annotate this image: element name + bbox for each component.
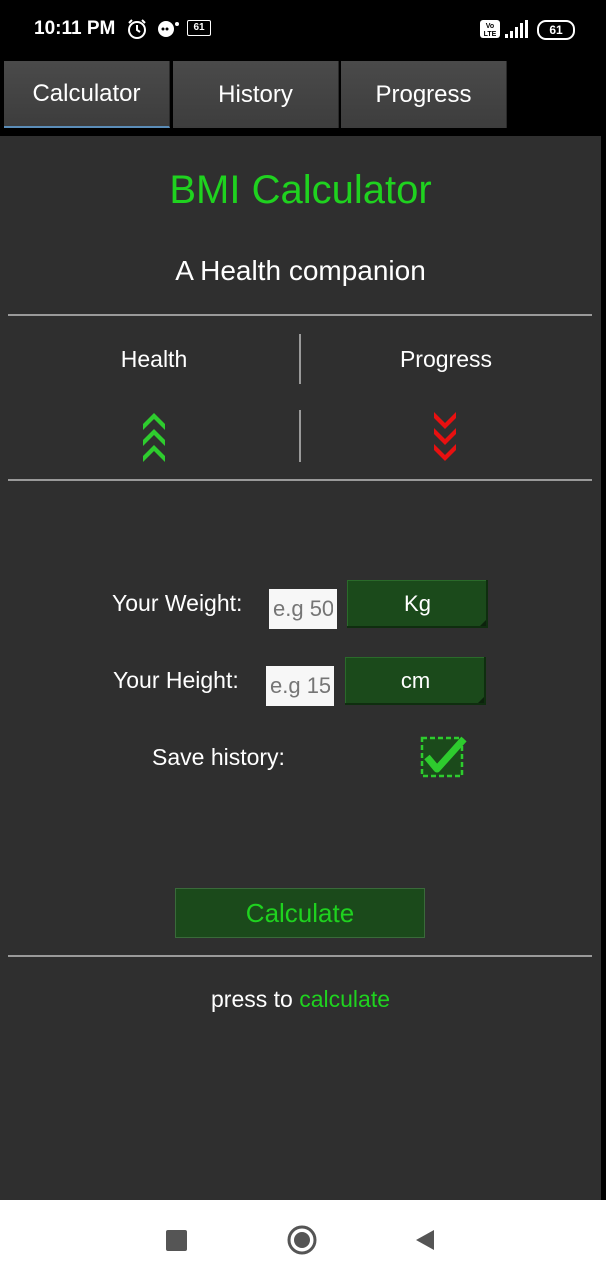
- svg-text:LTE: LTE: [484, 31, 497, 38]
- weight-label: Your Weight:: [112, 590, 243, 616]
- signal-icon: [505, 20, 528, 38]
- height-label: Your Height:: [113, 667, 239, 693]
- height-input[interactable]: [266, 666, 334, 706]
- weight-unit-select[interactable]: Kg: [347, 580, 488, 628]
- triangle-back-icon[interactable]: [414, 1228, 436, 1252]
- tab-history[interactable]: History: [173, 61, 339, 128]
- circle-icon[interactable]: [286, 1224, 318, 1256]
- volte-icon: Vo LTE: [480, 20, 500, 38]
- tab-progress[interactable]: Progress: [341, 61, 507, 128]
- dropdown-corner-icon: [478, 697, 484, 703]
- battery-icon: 61: [537, 20, 575, 40]
- result-accent-text: calculate: [299, 986, 390, 1012]
- page-subtitle: A Health companion: [175, 255, 426, 286]
- navigation-bar: [0, 1200, 606, 1280]
- height-unit-select[interactable]: cm: [345, 657, 486, 705]
- divider-middle: [8, 479, 592, 481]
- save-history-checkbox[interactable]: [418, 733, 468, 781]
- result-prefix: press to: [211, 986, 300, 1012]
- calculate-button[interactable]: Calculate: [175, 888, 425, 938]
- tab-calculator[interactable]: Calculator: [4, 61, 170, 128]
- square-icon[interactable]: [166, 1230, 187, 1251]
- status-time: 10:11 PM: [34, 18, 116, 39]
- battery-level: 61: [549, 23, 563, 37]
- alarm-icon: [128, 19, 146, 39]
- page-title: BMI Calculator: [169, 168, 432, 212]
- svg-text:Vo: Vo: [486, 23, 494, 30]
- double-chevron-up-icon: [143, 413, 165, 462]
- height-unit-value: cm: [400, 668, 431, 693]
- dropdown-corner-icon: [480, 620, 486, 626]
- double-chevron-down-icon: [434, 412, 456, 461]
- status-bar: 10:11 PM 61 Vo LTE 61: [0, 0, 606, 58]
- divider-bottom: [8, 955, 592, 957]
- result-message: press to calculate: [0, 986, 601, 1013]
- health-label: Health: [120, 346, 188, 372]
- chat-bubble-icon: [158, 21, 179, 37]
- weight-input[interactable]: [269, 589, 337, 629]
- save-history-label: Save history:: [152, 744, 285, 770]
- divider-top: [8, 314, 592, 316]
- notification-badge: 61: [187, 20, 211, 36]
- weight-unit-value: Kg: [404, 591, 431, 616]
- progress-label: Progress: [399, 346, 493, 372]
- column-divider-icons: [299, 410, 301, 462]
